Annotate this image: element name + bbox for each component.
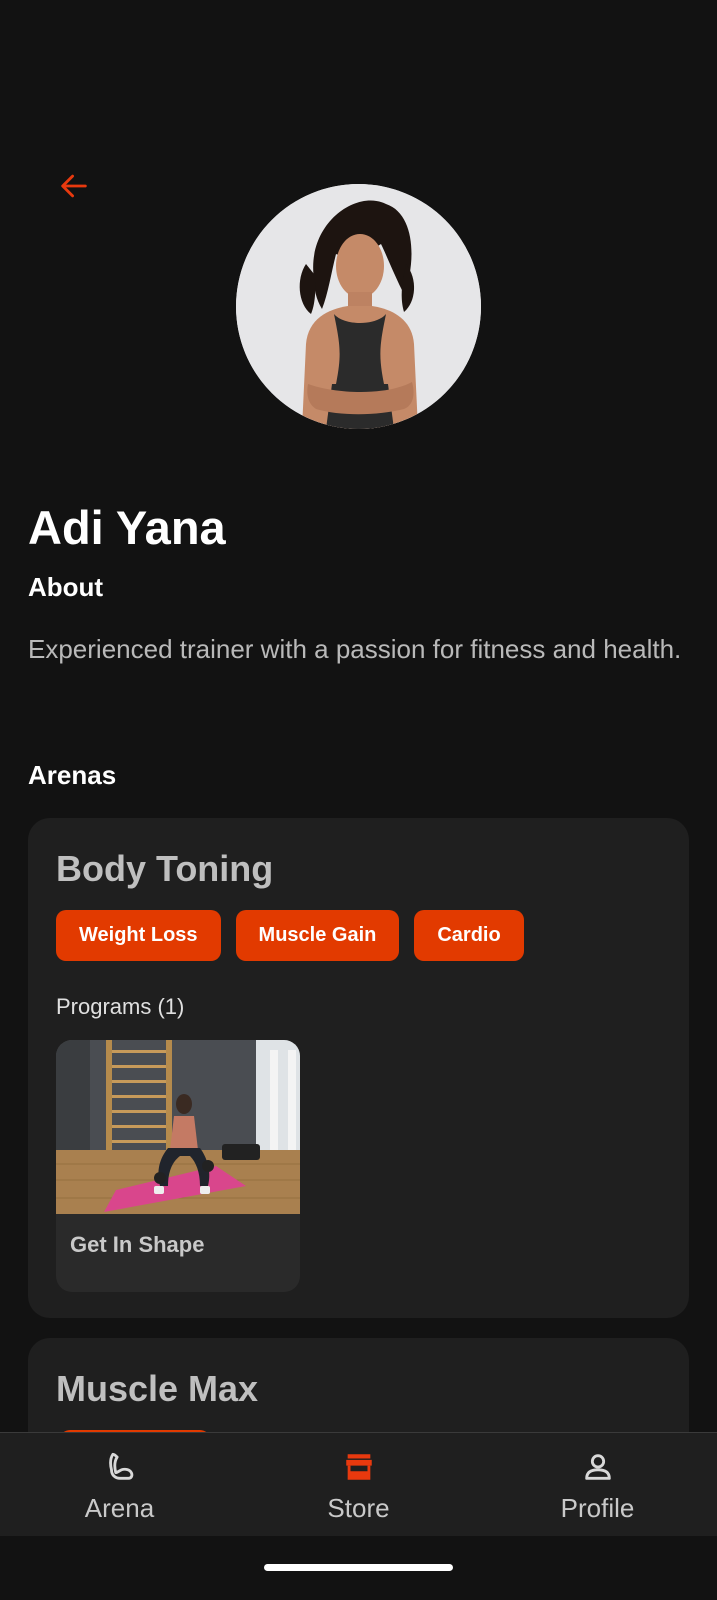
tag-weight-loss[interactable]: Weight Loss [56, 910, 221, 961]
arm-flex-icon [100, 1447, 140, 1487]
about-text: Experienced trainer with a passion for f… [28, 634, 682, 664]
tag-cardio[interactable]: Cardio [414, 910, 524, 961]
nav-item-store[interactable]: Store [239, 1433, 478, 1537]
arrow-left-icon [61, 174, 87, 198]
bottom-nav: Arena Store Profile [0, 1432, 717, 1537]
program-title: Get In Shape [70, 1232, 205, 1257]
home-indicator[interactable] [264, 1564, 453, 1571]
back-button[interactable] [52, 164, 96, 208]
nav-label-profile: Profile [560, 1493, 635, 1523]
arena-title: Muscle Max [56, 1368, 259, 1409]
tag-muscle-gain[interactable]: Muscle Gain [235, 910, 400, 961]
programs-label: Programs (1) [56, 994, 185, 1019]
arena-tags: Weight Loss Muscle Gain Cardio [56, 910, 524, 961]
person-icon [578, 1447, 618, 1487]
nav-label-arena: Arena [84, 1493, 155, 1523]
program-card[interactable]: Get In Shape [56, 1040, 300, 1292]
nav-item-arena[interactable]: Arena [0, 1433, 239, 1537]
store-icon [339, 1447, 379, 1487]
trainer-avatar [236, 184, 481, 429]
nav-item-profile[interactable]: Profile [478, 1433, 717, 1537]
status-bar [0, 0, 717, 60]
arena-card[interactable]: Body Toning Weight Loss Muscle Gain Card… [28, 818, 689, 1318]
arena-title: Body Toning [56, 848, 274, 889]
arenas-heading: Arenas [28, 760, 117, 790]
program-thumbnail [56, 1040, 300, 1214]
trainer-name: Adi Yana [28, 501, 226, 554]
about-heading: About [28, 572, 104, 602]
nav-label-store: Store [327, 1493, 390, 1523]
